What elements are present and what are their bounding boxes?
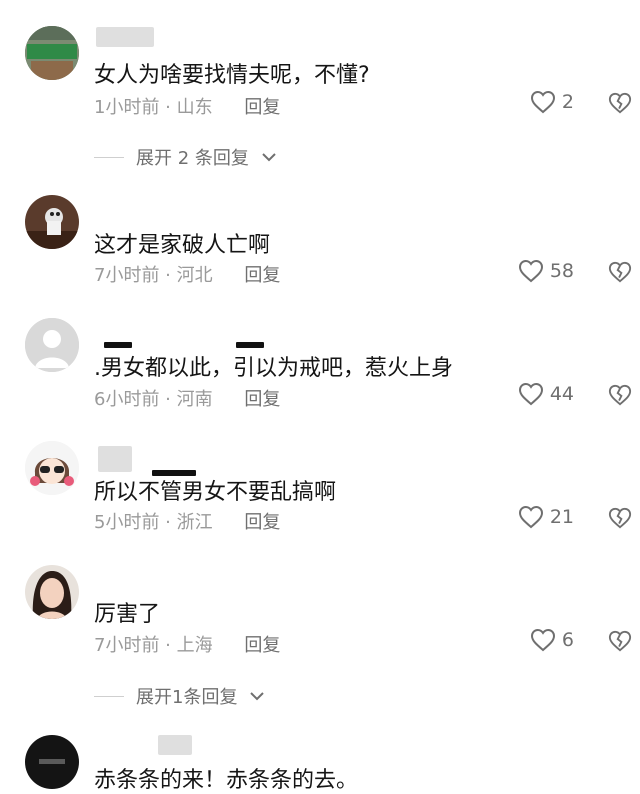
comment-text: 赤条条的来！赤条条的去。 (94, 768, 359, 793)
avatar[interactable] (25, 735, 79, 789)
avatar-image (25, 735, 79, 789)
comment-item: 赤条条的来！赤条条的去。 (0, 0, 640, 793)
username-blurred (158, 735, 192, 755)
